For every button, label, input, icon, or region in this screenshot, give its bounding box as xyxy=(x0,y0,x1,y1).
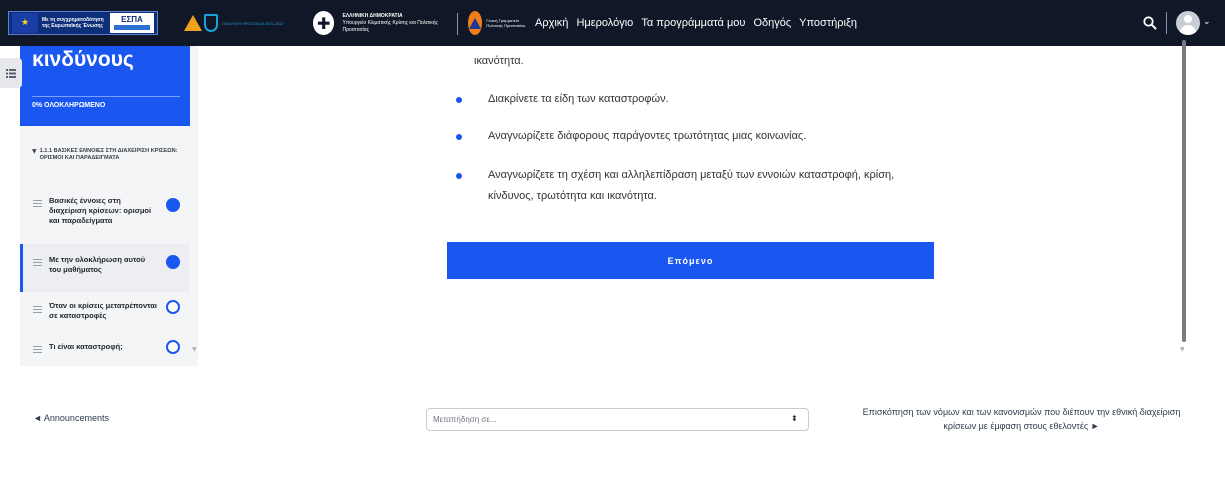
nav-link-home[interactable]: Αρχική xyxy=(535,17,568,29)
course-index-toggle-button[interactable] xyxy=(0,58,22,88)
completion-viewed-icon xyxy=(166,255,180,269)
gov-ministry: Υπουργείο Κλιματικής Κρίσης και Πολιτική… xyxy=(342,19,438,33)
lesson-bullet: Αναγνωρίζετε διάφορους παράγοντες τρωτότ… xyxy=(488,130,807,142)
course-index-header: κινδύνους 0% ΟΛΟΚΛΗΡΩΜΕΝΟ xyxy=(20,46,190,126)
content-scroll-down-icon[interactable]: ▼ xyxy=(1180,346,1185,353)
chevron-down-icon[interactable]: ⌄ xyxy=(1203,17,1213,27)
section-heading-text: 1.1.1 ΒΑΣΙΚΕΣ ΕΝΝΟΙΕΣ ΣΤΗ ΔΙΑΧΕΙΡΙΣΗ ΚΡΙ… xyxy=(39,148,178,161)
lesson-bullet: Διακρίνετε τα είδη των καταστροφών. xyxy=(488,93,669,105)
completion-pending-icon xyxy=(166,340,180,354)
select-arrows-icon: ⬍ xyxy=(791,414,798,423)
nav-link-calendar[interactable]: Ημερολόγιο xyxy=(576,17,633,29)
nav-link-guide[interactable]: Οδηγός xyxy=(753,17,791,29)
program-logo[interactable]: ΠΟΛΙΤΙΚΗ ΠΡΟΣΤΑΣΙΑ 2021-2027 xyxy=(184,12,294,34)
top-navbar: ★ Με τη συγχρηματοδότηση της Ευρωπαϊκής … xyxy=(0,0,1225,46)
course-title: κινδύνους xyxy=(32,48,134,71)
drag-handle-icon[interactable] xyxy=(33,346,42,354)
government-logo-text: ΕΛΛΗΝΙΚΗ ΔΗΜΟΚΡΑΤΙΑ Υπουργείο Κλιματικής… xyxy=(342,13,453,34)
greek-cross-emblem-icon: ✚ xyxy=(313,11,335,35)
bullet-icon xyxy=(456,134,462,140)
drag-handle-icon[interactable] xyxy=(33,200,42,208)
civil-protection-emblem-icon xyxy=(468,11,483,35)
eu-funding-logo[interactable]: ★ Με τη συγχρηματοδότηση της Ευρωπαϊκής … xyxy=(8,11,158,35)
bullet-icon xyxy=(456,97,462,103)
civil-protection-text: Γενική Γραμματεία Πολιτικής Προστασίας xyxy=(486,18,526,28)
list-icon xyxy=(6,68,16,78)
next-activity-link[interactable]: Επισκόπηση των νόμων και των κανονισμών … xyxy=(835,405,1208,433)
eu-flag-icon: ★ xyxy=(12,13,38,33)
drawer-scroll-down-icon[interactable]: ▼ xyxy=(192,346,197,353)
triangle-icon xyxy=(184,15,202,31)
bullet-icon xyxy=(456,173,462,179)
completion-viewed-icon xyxy=(166,198,180,212)
completion-pending-icon xyxy=(166,300,180,314)
search-icon[interactable] xyxy=(1142,15,1158,31)
user-avatar-icon[interactable] xyxy=(1176,11,1200,35)
course-progress: 0% ΟΛΟΚΛΗΡΩΜΕΝΟ xyxy=(32,102,106,109)
navbar-separator xyxy=(1166,12,1167,34)
course-index-item-label: Με την ολοκλήρωση αυτού του μαθήματος xyxy=(49,255,146,274)
course-index-drawer: κινδύνους 0% ΟΛΟΚΛΗΡΩΜΕΝΟ ▼ 1.1.1 ΒΑΣΙΚΕ… xyxy=(20,46,198,366)
government-logo[interactable]: ✚ ΕΛΛΗΝΙΚΗ ΔΗΜΟΚΡΑΤΙΑ Υπουργείο Κλιματικ… xyxy=(313,10,453,36)
caret-down-icon: ▼ xyxy=(32,148,37,155)
jump-to-select[interactable]: Μεταπήδηση σε... ⬍ xyxy=(426,408,809,431)
drag-handle-icon[interactable] xyxy=(33,259,42,267)
espa-label: ΕΣΠΑ xyxy=(121,15,143,24)
lesson-bullet: Αναγνωρίζετε τη σχέση και αλληλεπίδραση … xyxy=(488,169,895,181)
program-logo-text: ΠΟΛΙΤΙΚΗ ΠΡΟΣΤΑΣΙΑ 2021-2027 xyxy=(222,20,285,26)
jump-to-placeholder: Μεταπήδηση σε... xyxy=(433,415,497,424)
next-page-button[interactable]: Επόμενο xyxy=(447,242,934,279)
nav-link-my-programs[interactable]: Τα προγράμματά μου xyxy=(641,17,745,29)
espa-logo: ΕΣΠΑ xyxy=(110,13,154,33)
course-index-item-label: Όταν οι κρίσεις μετατρέπονται σε καταστρ… xyxy=(49,301,157,320)
course-index-item-label: Βασικές έννοιες στη διαχείριση κρίσεων: … xyxy=(49,196,152,225)
course-index-item-active[interactable]: Με την ολοκλήρωση αυτού του μαθήματος xyxy=(20,244,190,292)
section-heading[interactable]: ▼ 1.1.1 ΒΑΣΙΚΕΣ ΕΝΝΟΙΕΣ ΣΤΗ ΔΙΑΧΕΙΡΙΣΗ Κ… xyxy=(32,148,182,162)
navbar-divider xyxy=(457,13,458,35)
drag-handle-icon[interactable] xyxy=(33,306,42,314)
primary-navigation: Αρχική Ημερολόγιο Τα προγράμματά μου Οδη… xyxy=(535,0,865,46)
next-activity-link-line1: Επισκόπηση των νόμων και των κανονισμών … xyxy=(862,407,1181,417)
lesson-text-line: ικανότητα. xyxy=(474,55,524,67)
course-index-item[interactable]: Τι είναι καταστροφή; xyxy=(20,332,190,366)
espa-bar xyxy=(114,25,150,30)
civil-protection-logo[interactable]: Γενική Γραμματεία Πολιτικής Προστασίας xyxy=(468,10,530,36)
previous-activity-link[interactable]: ◄ Announcements xyxy=(33,413,109,423)
progress-divider xyxy=(32,96,180,97)
content-scrollbar[interactable] xyxy=(1182,40,1186,342)
gov-title: ΕΛΛΗΝΙΚΗ ΔΗΜΟΚΡΑΤΙΑ xyxy=(342,12,403,19)
next-activity-link-line2: κρίσεων με έμφαση στους εθελοντές ► xyxy=(943,421,1100,431)
course-index-item[interactable]: Βασικές έννοιες στη διαχείριση κρίσεων: … xyxy=(20,186,190,234)
eu-logo-text: Με τη συγχρηματοδότηση της Ευρωπαϊκής Έν… xyxy=(42,17,104,29)
lesson-bullet-continued: κίνδυνος, τρωτότητα και ικανότητα. xyxy=(488,190,657,202)
nav-link-support[interactable]: Υποστήριξη xyxy=(799,17,857,29)
course-index-item-label: Τι είναι καταστροφή; xyxy=(49,342,123,351)
shield-icon xyxy=(204,14,218,32)
